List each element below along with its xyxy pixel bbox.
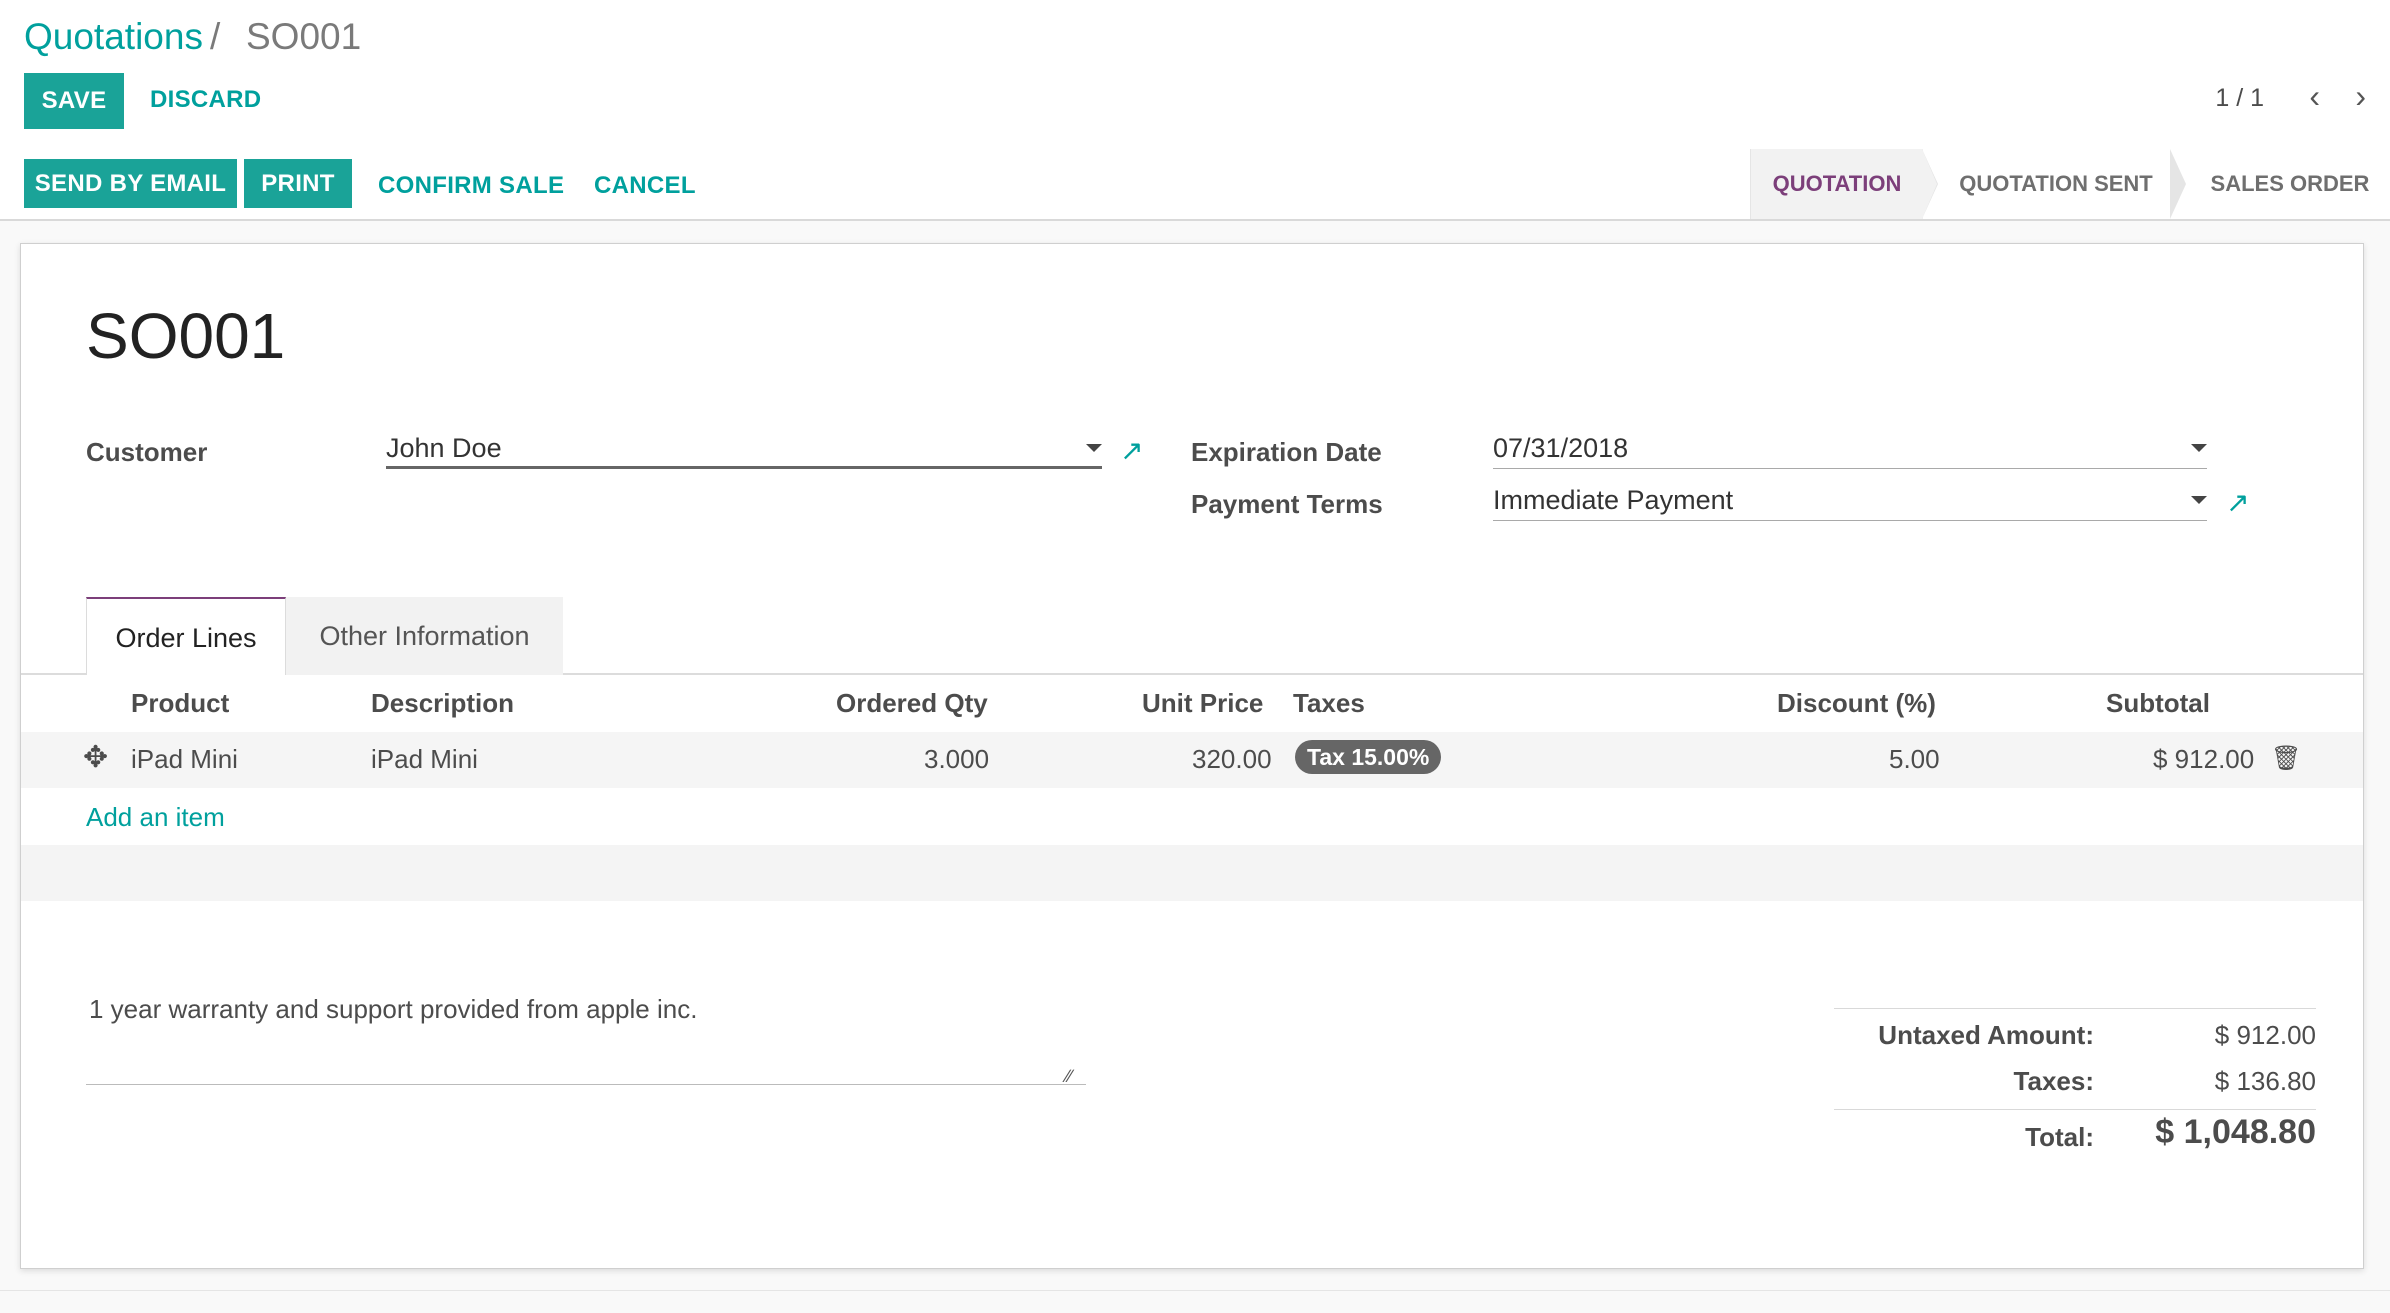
customer-field[interactable]: John Doe (386, 427, 1102, 469)
total-value: $ 1,048.80 (2155, 1113, 2316, 1151)
stage-quotation[interactable]: QUOTATION (1750, 149, 1923, 219)
cell-ordered-qty[interactable]: 3.000 (924, 744, 989, 775)
save-button[interactable]: SAVE (24, 73, 124, 129)
external-link-icon[interactable]: ↗ (2226, 489, 2249, 517)
untaxed-amount-label: Untaxed Amount: (1878, 1020, 2094, 1050)
record-title: SO001 (86, 300, 286, 372)
breadcrumb-separator: / (210, 16, 221, 57)
stage-quotation-sent[interactable]: QUOTATION SENT (1942, 149, 2170, 219)
expiration-date-label: Expiration Date (1191, 437, 1382, 467)
form-sheet: SO001 Customer John Doe ↗ Expiration Dat… (20, 243, 2364, 1269)
total-label: Total: (2025, 1122, 2094, 1152)
tab-other-information[interactable]: Other Information (286, 597, 563, 675)
status-action-bar: SEND BY EMAIL PRINT CONFIRM SALE CANCEL … (0, 149, 2390, 221)
untaxed-amount-value: $ 912.00 (2214, 1020, 2316, 1050)
send-by-email-button[interactable]: SEND BY EMAIL (24, 159, 237, 208)
cell-product[interactable]: iPad Mini (131, 744, 238, 775)
column-header-ordered-qty[interactable]: Ordered Qty (836, 688, 988, 719)
expiration-date-value: 07/31/2018 (1493, 433, 1629, 463)
external-link-icon[interactable]: ↗ (1120, 437, 1143, 465)
payment-terms-value: Immediate Payment (1493, 485, 1734, 515)
table-footer (21, 845, 2363, 901)
column-header-product[interactable]: Product (131, 688, 229, 719)
page-bottom-strip (0, 1290, 2390, 1313)
cell-description[interactable]: iPad Mini (371, 744, 478, 775)
print-button[interactable]: PRINT (244, 159, 352, 208)
chevron-down-icon[interactable] (2191, 496, 2207, 504)
column-header-taxes[interactable]: Taxes (1293, 688, 1365, 719)
payment-terms-field[interactable]: Immediate Payment (1493, 479, 2207, 521)
note-underline (86, 1084, 1086, 1085)
cell-unit-price[interactable]: 320.00 (1192, 744, 1272, 775)
column-header-description[interactable]: Description (371, 688, 514, 719)
add-item-link[interactable]: Add an item (86, 802, 225, 833)
control-panel: Quotations / SO001 SAVE DISCARD 1 / 1 ‹ … (0, 0, 2390, 151)
column-header-unit-price[interactable]: Unit Price (1142, 688, 1263, 719)
chevron-down-icon[interactable] (1086, 444, 1102, 452)
confirm-sale-button[interactable]: CONFIRM SALE (378, 172, 564, 200)
chevron-left-icon[interactable]: ‹ (2309, 80, 2320, 112)
customer-label: Customer (86, 437, 208, 467)
cell-discount[interactable]: 5.00 (1889, 744, 1940, 775)
trash-icon[interactable]: 🗑 (2271, 744, 2301, 773)
expiration-date-field[interactable]: 07/31/2018 (1493, 427, 2207, 469)
column-header-discount[interactable]: Discount (%) (1777, 688, 1936, 719)
stage-chevron (2170, 149, 2186, 219)
totals-divider (1834, 1008, 2316, 1009)
column-header-subtotal[interactable]: Subtotal (2106, 688, 2210, 719)
stage-chevron-fill (1922, 149, 1937, 219)
tab-order-lines[interactable]: Order Lines (86, 597, 286, 675)
pager-value: 1 / 1 (2215, 84, 2264, 112)
totals-divider (1834, 1109, 2316, 1110)
terms-note[interactable]: 1 year warranty and support provided fro… (89, 994, 697, 1025)
taxes-value: $ 136.80 (2214, 1066, 2316, 1096)
breadcrumb-current: SO001 (246, 16, 362, 57)
breadcrumb-parent-link[interactable]: Quotations (24, 14, 203, 60)
resize-handle-icon[interactable]: ∕∕ (1066, 1066, 1072, 1087)
tax-badge[interactable]: Tax 15.00% (1295, 740, 1442, 774)
taxes-label: Taxes: (2013, 1066, 2094, 1096)
chevron-right-icon[interactable]: › (2355, 80, 2366, 112)
cancel-button[interactable]: CANCEL (594, 172, 696, 200)
chevron-down-icon[interactable] (2191, 444, 2207, 452)
stage-sales-order[interactable]: SALES ORDER (2190, 149, 2390, 219)
discard-button[interactable]: DISCARD (150, 86, 261, 114)
customer-value: John Doe (386, 433, 502, 463)
drag-handle-icon[interactable]: ✥ (83, 740, 108, 775)
cell-subtotal[interactable]: $ 912.00 (2153, 744, 2254, 775)
payment-terms-label: Payment Terms (1191, 489, 1383, 519)
